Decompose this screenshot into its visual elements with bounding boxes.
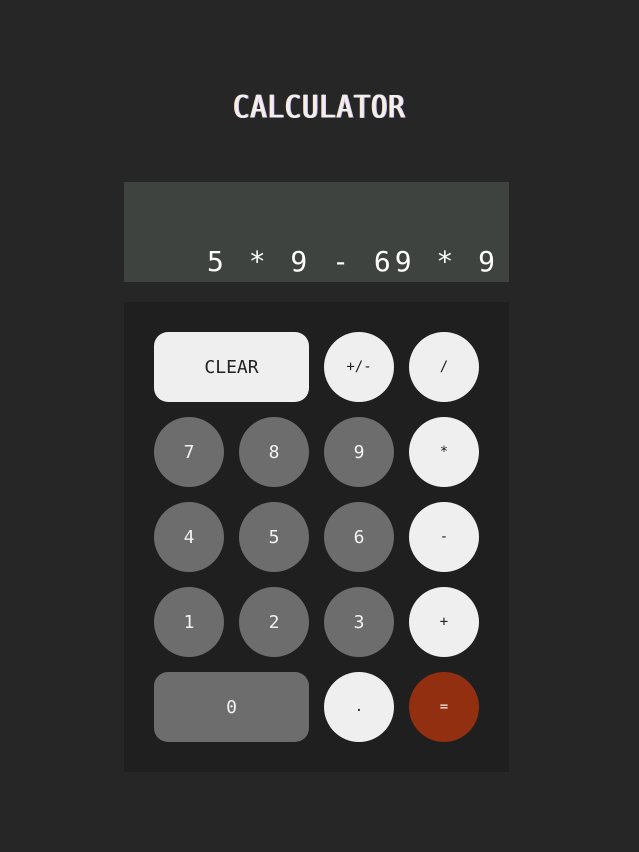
subtract-button[interactable]: - [409,502,479,572]
display-expression: 5 * 9 - 69 * 9 [206,245,499,278]
keypad: CLEAR +/- / 7 8 9 * 4 5 6 - 1 2 3 + 0 . … [124,302,509,772]
equals-button[interactable]: = [409,672,479,742]
digit-7-button[interactable]: 7 [154,417,224,487]
app-title: CALCULATOR [233,89,406,126]
decimal-button[interactable]: . [324,672,394,742]
digit-3-button[interactable]: 3 [324,587,394,657]
digit-1-button[interactable]: 1 [154,587,224,657]
digit-6-button[interactable]: 6 [324,502,394,572]
calculator-display: 5 * 9 - 69 * 9 [124,182,509,282]
digit-8-button[interactable]: 8 [239,417,309,487]
digit-4-button[interactable]: 4 [154,502,224,572]
digit-0-button[interactable]: 0 [154,672,309,742]
add-button[interactable]: + [409,587,479,657]
clear-button[interactable]: CLEAR [154,332,309,402]
digit-5-button[interactable]: 5 [239,502,309,572]
divide-button[interactable]: / [409,332,479,402]
digit-2-button[interactable]: 2 [239,587,309,657]
sign-toggle-button[interactable]: +/- [324,332,394,402]
multiply-button[interactable]: * [409,417,479,487]
digit-9-button[interactable]: 9 [324,417,394,487]
calculator-page: CALCULATOR 5 * 9 - 69 * 9 CLEAR +/- / 7 … [0,0,639,852]
